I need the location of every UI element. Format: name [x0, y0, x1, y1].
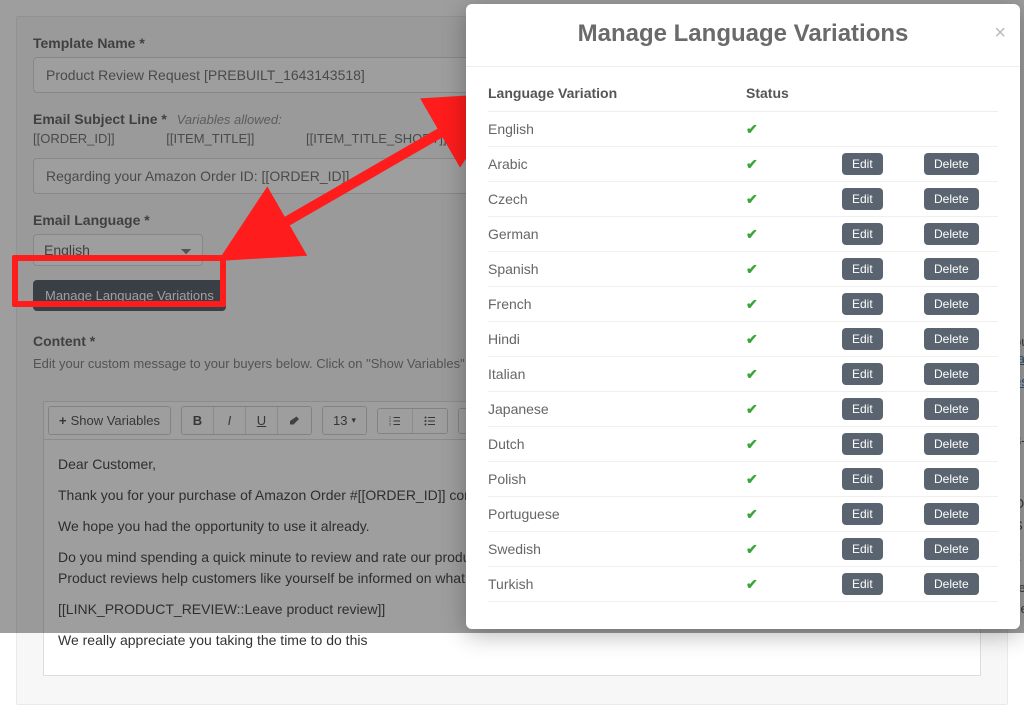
delete-button[interactable]: Delete: [924, 573, 979, 595]
table-row: Polish✔ Edit Delete: [488, 462, 998, 497]
edit-button[interactable]: Edit: [842, 188, 883, 210]
table-row: Turkish✔ Edit Delete: [488, 567, 998, 602]
check-icon: ✔: [746, 331, 758, 347]
check-icon: ✔: [746, 366, 758, 382]
table-row: Czech✔ Edit Delete: [488, 182, 998, 217]
status-cell: ✔: [746, 121, 842, 138]
edit-button[interactable]: Edit: [842, 398, 883, 420]
modal-body: Language Variation Status English✔Arabic…: [466, 67, 1020, 629]
status-cell: ✔: [746, 401, 842, 418]
table-row: Dutch✔ Edit Delete: [488, 427, 998, 462]
check-icon: ✔: [746, 576, 758, 592]
table-row: Hindi✔ Edit Delete: [488, 322, 998, 357]
check-icon: ✔: [746, 541, 758, 557]
edit-button[interactable]: Edit: [842, 573, 883, 595]
edit-button[interactable]: Edit: [842, 503, 883, 525]
page-root: Template Name * Email Subject Line * Var…: [0, 0, 1024, 633]
col-status: Status: [746, 85, 842, 101]
language-variations-modal: Manage Language Variations × Language Va…: [466, 4, 1020, 629]
delete-button[interactable]: Delete: [924, 468, 979, 490]
language-name: Swedish: [488, 541, 746, 557]
delete-button[interactable]: Delete: [924, 188, 979, 210]
status-cell: ✔: [746, 506, 842, 523]
table-row: German✔ Edit Delete: [488, 217, 998, 252]
language-name: Portuguese: [488, 506, 746, 522]
edit-button[interactable]: Edit: [842, 328, 883, 350]
delete-button[interactable]: Delete: [924, 293, 979, 315]
table-row: Portuguese✔ Edit Delete: [488, 497, 998, 532]
status-cell: ✔: [746, 191, 842, 208]
edit-button[interactable]: Edit: [842, 223, 883, 245]
edit-button[interactable]: Edit: [842, 293, 883, 315]
language-name: Czech: [488, 191, 746, 207]
col-language: Language Variation: [488, 85, 746, 101]
check-icon: ✔: [746, 296, 758, 312]
edit-button[interactable]: Edit: [842, 433, 883, 455]
edit-button[interactable]: Edit: [842, 468, 883, 490]
delete-button[interactable]: Delete: [924, 363, 979, 385]
table-row: Spanish✔ Edit Delete: [488, 252, 998, 287]
edit-button[interactable]: Edit: [842, 538, 883, 560]
edit-button[interactable]: Edit: [842, 258, 883, 280]
close-icon[interactable]: ×: [994, 22, 1006, 45]
table-row: English✔: [488, 112, 998, 147]
language-name: Arabic: [488, 156, 746, 172]
check-icon: ✔: [746, 261, 758, 277]
modal-title: Manage Language Variations: [482, 20, 1004, 48]
status-cell: ✔: [746, 156, 842, 173]
delete-button[interactable]: Delete: [924, 433, 979, 455]
check-icon: ✔: [746, 401, 758, 417]
delete-button[interactable]: Delete: [924, 258, 979, 280]
delete-button[interactable]: Delete: [924, 503, 979, 525]
edit-button[interactable]: Edit: [842, 153, 883, 175]
check-icon: ✔: [746, 506, 758, 522]
language-name: Spanish: [488, 261, 746, 277]
table-header: Language Variation Status: [488, 77, 998, 112]
language-name: Turkish: [488, 576, 746, 592]
status-cell: ✔: [746, 576, 842, 593]
status-cell: ✔: [746, 541, 842, 558]
check-icon: ✔: [746, 226, 758, 242]
language-name: German: [488, 226, 746, 242]
check-icon: ✔: [746, 121, 758, 137]
language-name: English: [488, 121, 746, 137]
delete-button[interactable]: Delete: [924, 538, 979, 560]
modal-header: Manage Language Variations ×: [466, 4, 1020, 67]
language-name: Polish: [488, 471, 746, 487]
status-cell: ✔: [746, 296, 842, 313]
status-cell: ✔: [746, 471, 842, 488]
table-row: French✔ Edit Delete: [488, 287, 998, 322]
delete-button[interactable]: Delete: [924, 328, 979, 350]
language-name: French: [488, 296, 746, 312]
check-icon: ✔: [746, 156, 758, 172]
check-icon: ✔: [746, 436, 758, 452]
editor-line: We really appreciate you taking the time…: [58, 630, 966, 651]
table-row: Arabic✔ Edit Delete: [488, 147, 998, 182]
status-cell: ✔: [746, 436, 842, 453]
delete-button[interactable]: Delete: [924, 223, 979, 245]
language-rows: English✔Arabic✔EditDeleteCzech✔EditDelet…: [488, 112, 998, 602]
status-cell: ✔: [746, 226, 842, 243]
language-name: Dutch: [488, 436, 746, 452]
language-name: Hindi: [488, 331, 746, 347]
table-row: Japanese✔ Edit Delete: [488, 392, 998, 427]
check-icon: ✔: [746, 191, 758, 207]
table-row: Swedish✔ Edit Delete: [488, 532, 998, 567]
delete-button[interactable]: Delete: [924, 153, 979, 175]
check-icon: ✔: [746, 471, 758, 487]
language-name: Italian: [488, 366, 746, 382]
status-cell: ✔: [746, 331, 842, 348]
edit-button[interactable]: Edit: [842, 363, 883, 385]
table-row: Italian✔ Edit Delete: [488, 357, 998, 392]
status-cell: ✔: [746, 366, 842, 383]
language-name: Japanese: [488, 401, 746, 417]
status-cell: ✔: [746, 261, 842, 278]
delete-button[interactable]: Delete: [924, 398, 979, 420]
